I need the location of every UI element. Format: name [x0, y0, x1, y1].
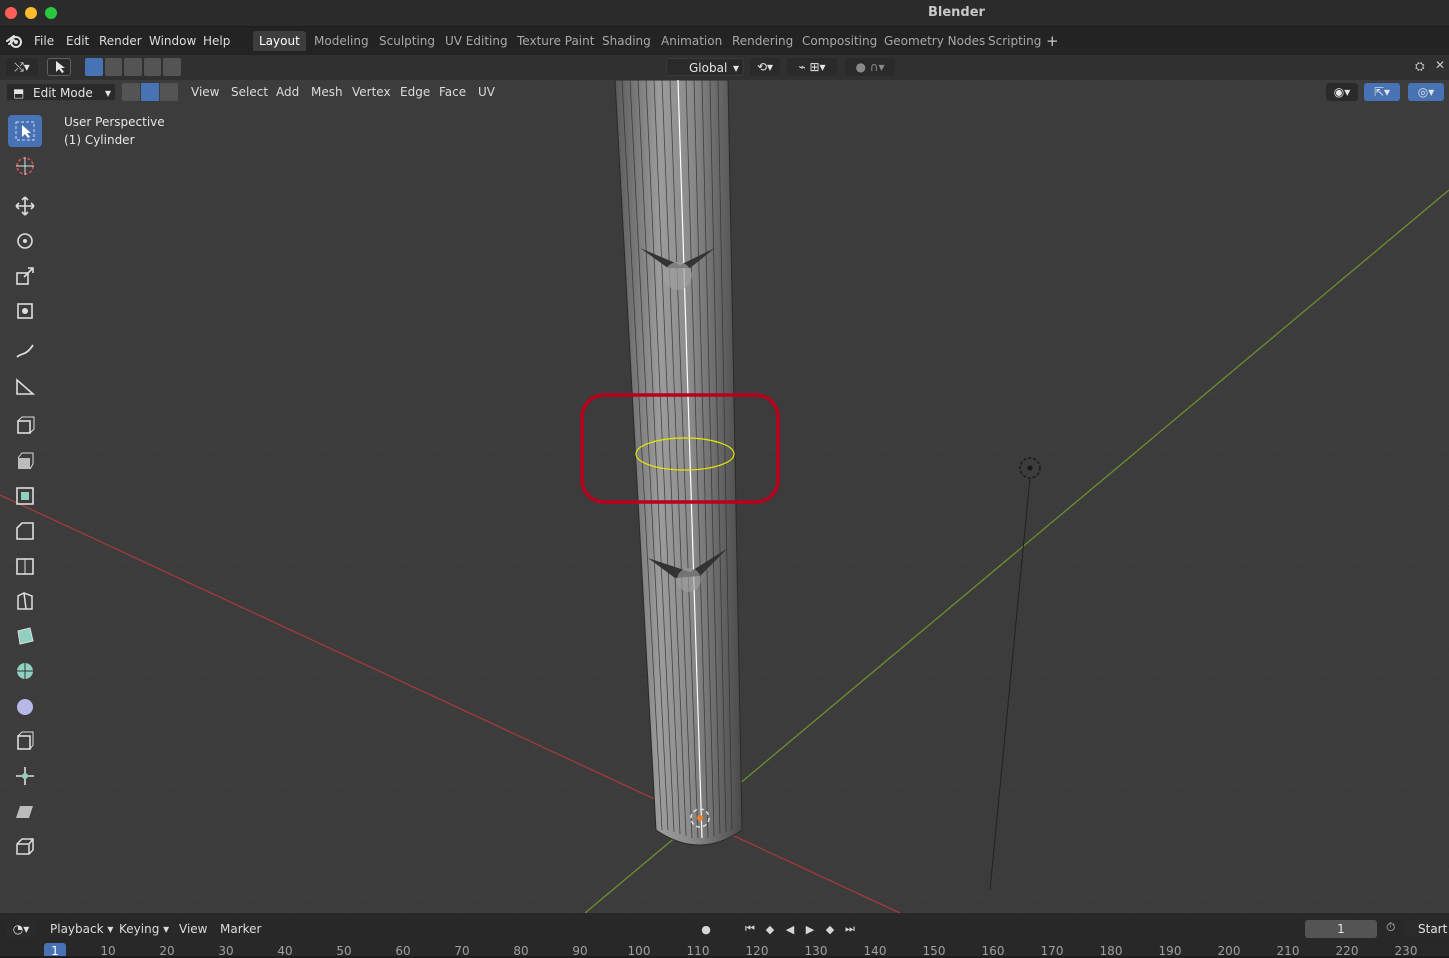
tab-uv-editing[interactable]: UV Editing	[439, 31, 514, 51]
loop-cut-icon[interactable]	[8, 550, 42, 582]
tab-modeling[interactable]: Modeling	[308, 31, 375, 51]
start-frame-field[interactable]: Start	[1404, 920, 1449, 938]
menu-edge[interactable]: Edge	[395, 83, 435, 101]
proportional-editing-icon[interactable]: ● ∩▾	[845, 58, 895, 76]
tool-shelf	[4, 113, 46, 869]
tab-rendering[interactable]: Rendering	[726, 31, 799, 51]
editor-type-button[interactable]: ⤭▾	[6, 58, 38, 76]
scale-icon[interactable]	[8, 260, 42, 292]
cursor-icon[interactable]	[8, 150, 42, 182]
jump-start-icon[interactable]: ⏮	[742, 921, 758, 937]
select-subtract-icon[interactable]	[124, 58, 142, 76]
mode-dropdown[interactable]: ⬒ Edit Mode ▾	[6, 83, 116, 101]
auto-keying-icon[interactable]: ●	[698, 921, 714, 937]
viewport-scene	[0, 55, 1449, 913]
tool-header: ⤭▾ Global ▾ ⟲▾ ⌁ ⊞▾ ● ∩▾ ⛭ ✕	[0, 55, 1449, 80]
visibility-icon[interactable]: ◉▾	[1326, 83, 1358, 101]
menu-add[interactable]: Add	[271, 83, 304, 101]
menu-view[interactable]: View	[186, 83, 224, 101]
plus-icon[interactable]: +	[1046, 32, 1059, 50]
perspective-label: User Perspective	[64, 115, 165, 129]
measure-icon[interactable]	[8, 370, 42, 402]
menu-select[interactable]: Select	[226, 83, 273, 101]
menu-playback[interactable]: Playback ▾	[46, 920, 117, 938]
play-reverse-icon[interactable]: ◀	[782, 921, 798, 937]
tab-animation[interactable]: Animation	[655, 31, 728, 51]
knife-icon[interactable]	[8, 585, 42, 617]
overlays-icon[interactable]: ◎▾	[1408, 83, 1444, 101]
title-bar: Blender	[0, 0, 1449, 26]
shrink-fatten-icon[interactable]	[8, 760, 42, 792]
chevron-down-icon: ▾	[732, 61, 739, 75]
transform-orientation-dropdown[interactable]: Global ▾	[666, 58, 744, 76]
timeline-editor: ◔▾ Playback ▾ Keying ▾ View Marker ● ⏮ ◆…	[0, 913, 1449, 958]
select-new-icon[interactable]	[85, 58, 103, 76]
menu-uv[interactable]: UV	[473, 83, 500, 101]
select-intersect-icon[interactable]	[163, 58, 181, 76]
menu-mesh[interactable]: Mesh	[306, 83, 348, 101]
spin-icon[interactable]	[8, 655, 42, 687]
bevel-icon[interactable]	[8, 515, 42, 547]
viewport-header: ⬒ Edit Mode ▾ View Select Add Mesh Vertex…	[0, 80, 1449, 104]
prev-keyframe-icon[interactable]: ◆	[762, 921, 778, 937]
rip-region-icon[interactable]	[8, 830, 42, 862]
edge-slide-icon[interactable]	[8, 725, 42, 757]
menu-timeline-view[interactable]: View	[175, 920, 211, 938]
inset-icon[interactable]	[8, 480, 42, 512]
select-tool-icon[interactable]	[47, 58, 71, 76]
selection-mode-group	[85, 58, 181, 76]
rotate-icon[interactable]	[8, 225, 42, 257]
tab-texture-paint[interactable]: Texture Paint	[511, 31, 600, 51]
menu-face[interactable]: Face	[434, 83, 471, 101]
shear-icon[interactable]	[8, 795, 42, 827]
menu-keying[interactable]: Keying ▾	[115, 920, 173, 938]
menu-marker[interactable]: Marker	[216, 920, 265, 938]
next-keyframe-icon[interactable]: ◆	[822, 921, 838, 937]
smooth-icon[interactable]	[8, 690, 42, 722]
pivot-point-icon[interactable]: ⟲▾	[750, 58, 780, 76]
move-icon[interactable]	[8, 190, 42, 222]
snapping-icon[interactable]: ⌁ ⊞▾	[787, 58, 837, 76]
menu-edit[interactable]: Edit	[60, 32, 95, 50]
tab-scripting[interactable]: Scripting	[982, 31, 1047, 51]
stopwatch-icon[interactable]: ⏱	[1386, 920, 1395, 935]
blender-logo-icon[interactable]	[6, 33, 24, 49]
edit-mode-icon: ⬒	[13, 86, 25, 100]
tab-layout[interactable]: Layout	[253, 31, 306, 51]
tab-geometry-nodes[interactable]: Geometry Nodes	[878, 31, 991, 51]
menu-help[interactable]: Help	[197, 32, 236, 50]
menu-render[interactable]: Render	[93, 32, 148, 50]
edge-select-icon[interactable]	[141, 83, 159, 101]
top-menu-bar: File Edit Render Window Help Layout Mode…	[0, 27, 1449, 55]
add-cube-icon[interactable]	[8, 410, 42, 442]
select-box-icon[interactable]	[8, 115, 42, 147]
tab-sculpting[interactable]: Sculpting	[373, 31, 441, 51]
annotate-icon[interactable]	[8, 335, 42, 367]
play-icon[interactable]: ▶	[802, 921, 818, 937]
tab-compositing[interactable]: Compositing	[796, 31, 883, 51]
tab-shading[interactable]: Shading	[596, 31, 657, 51]
object-label: (1) Cylinder	[64, 133, 135, 147]
viewport-info: User Perspective (1) Cylinder	[64, 113, 165, 149]
3d-viewport[interactable]	[0, 55, 1449, 913]
poly-build-icon[interactable]	[8, 620, 42, 652]
jump-end-icon[interactable]: ⏭	[842, 921, 858, 937]
menu-vertex[interactable]: Vertex	[347, 83, 396, 101]
app-title: Blender	[928, 5, 985, 20]
select-mode-group	[122, 83, 178, 101]
extrude-icon[interactable]	[8, 445, 42, 477]
face-select-icon[interactable]	[160, 83, 178, 101]
vertex-select-icon[interactable]	[122, 83, 140, 101]
select-extend-icon[interactable]	[104, 58, 123, 76]
chevron-down-icon: ▾	[104, 86, 111, 100]
transform-icon[interactable]	[8, 295, 42, 327]
close-icon[interactable]: ✕	[1435, 58, 1445, 72]
menu-window[interactable]: Window	[143, 32, 202, 50]
select-invert-icon[interactable]	[143, 58, 162, 76]
gizmo-icon[interactable]: ⇱▾	[1364, 83, 1400, 101]
timeline-editor-type-icon[interactable]: ◔▾	[6, 920, 36, 938]
current-frame-field[interactable]: 1	[1305, 920, 1377, 938]
menu-file[interactable]: File	[28, 32, 60, 50]
overlay-toggle-icon[interactable]: ⛭	[1415, 59, 1425, 74]
